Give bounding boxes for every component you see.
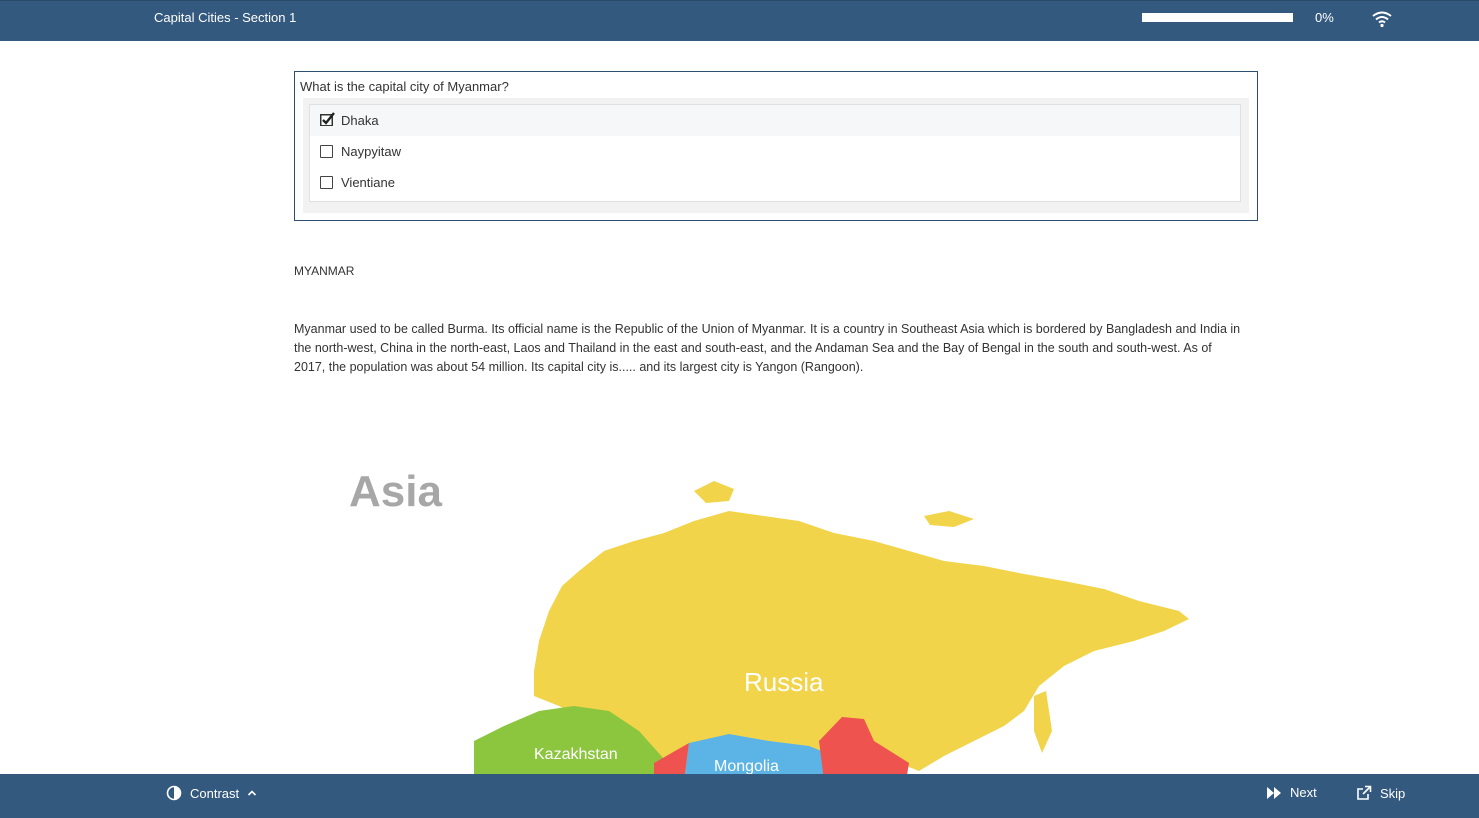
wifi-icon [1372,10,1392,28]
progress-percent: 0% [1315,10,1334,25]
map-island [924,511,974,527]
asia-map-image: Asia Russia Kazakhstan Mongolia [349,467,1189,774]
map-island [1034,691,1052,753]
map-island [694,481,734,503]
answer-option-dhaka[interactable]: Dhaka [310,105,1240,136]
answer-list: Dhaka Naypyitaw Vientiane [309,104,1241,202]
external-link-icon [1357,785,1372,800]
contrast-label: Contrast [190,785,240,801]
answers-panel: Dhaka Naypyitaw Vientiane [303,98,1249,213]
chevron-up-icon [248,790,257,796]
checkbox-icon[interactable] [320,176,333,189]
checkbox-checked-icon[interactable] [320,110,336,126]
question-text: What is the capital city of Myanmar? [300,79,509,94]
main-content: What is the capital city of Myanmar? Dha… [294,41,1258,774]
map-title: Asia [349,467,442,516]
fast-forward-icon [1267,786,1281,799]
next-label: Next [1290,785,1317,800]
progress-bar [1142,13,1293,22]
top-bar: Capital Cities - Section 1 0% [0,0,1479,41]
contrast-button[interactable]: Contrast [166,785,257,801]
country-heading: MYANMAR [294,264,355,278]
map-label-russia: Russia [744,667,824,697]
checkbox-icon[interactable] [320,145,333,158]
map-label-mongolia: Mongolia [714,758,779,774]
next-button[interactable]: Next [1266,785,1317,800]
skip-button[interactable]: Skip [1356,785,1405,801]
bottom-bar: Contrast Next Skip [0,774,1479,818]
map-label-kazakhstan: Kazakhstan [534,746,618,763]
country-description: Myanmar used to be called Burma. Its off… [294,322,1241,374]
answer-option-vientiane[interactable]: Vientiane [310,167,1240,198]
answer-label: Naypyitaw [341,144,401,159]
answer-label: Dhaka [341,113,379,128]
answer-label: Vientiane [341,175,395,190]
answer-option-naypyitaw[interactable]: Naypyitaw [310,136,1240,167]
question-card: What is the capital city of Myanmar? Dha… [294,71,1258,221]
contrast-icon [166,785,182,801]
quiz-title: Capital Cities - Section 1 [154,10,297,25]
skip-label: Skip [1380,785,1406,801]
